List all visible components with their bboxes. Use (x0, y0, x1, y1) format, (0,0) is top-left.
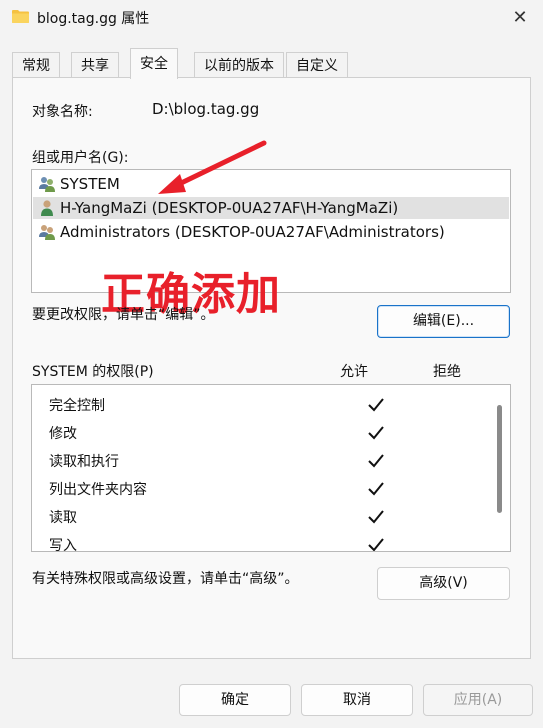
list-item-system[interactable]: SYSTEM (38, 173, 120, 195)
permission-label: 写入 (49, 538, 77, 552)
allow-check-icon (368, 398, 384, 412)
group-users-icon (39, 177, 55, 192)
permission-label: 列出文件夹内容 (49, 482, 147, 498)
permissions-scrollbar[interactable] (497, 405, 502, 513)
permission-label: 修改 (49, 426, 77, 442)
object-name-value: D:\blog.tag.gg (152, 100, 260, 118)
tab-sharing[interactable]: 共享 (71, 52, 119, 79)
close-icon: ✕ (512, 6, 528, 28)
permission-row-read-execute: 读取和执行 (49, 447, 489, 475)
window-title: blog.tag.gg 属性 (37, 11, 150, 27)
permission-row-full-control: 完全控制 (49, 391, 489, 419)
user-icon (41, 200, 53, 216)
deny-column-header: 拒绝 (433, 364, 461, 380)
permission-row-list-folder: 列出文件夹内容 (49, 475, 489, 503)
allow-check-icon (368, 538, 384, 551)
allow-check-icon (368, 454, 384, 468)
tab-general[interactable]: 常规 (12, 52, 60, 79)
list-item-label: H-YangMaZi (DESKTOP-0UA27AF\H-YangMaZi) (60, 199, 399, 217)
apply-button[interactable]: 应用(A) (423, 684, 533, 716)
tab-strip: 常规 共享 安全 以前的版本 自定义 (12, 48, 532, 79)
permissions-header: SYSTEM 的权限(P) (32, 364, 154, 380)
list-item-label: Administrators (DESKTOP-0UA27AF\Administ… (60, 223, 445, 241)
permission-label: 完全控制 (49, 398, 105, 414)
permission-row-read: 读取 (49, 503, 489, 531)
allow-check-icon (368, 482, 384, 496)
groups-label: 组或用户名(G): (32, 150, 129, 166)
permission-label: 读取 (49, 510, 77, 526)
annotation-arrow-icon (158, 140, 267, 194)
cancel-button[interactable]: 取消 (301, 684, 413, 716)
tab-customize[interactable]: 自定义 (286, 52, 348, 79)
permission-row-write: 写入 (49, 531, 489, 552)
ok-button[interactable]: 确定 (179, 684, 291, 716)
allow-check-icon (368, 510, 384, 524)
group-users-icon (39, 225, 55, 240)
change-permissions-hint: 要更改权限，请单击“编辑”。 (32, 307, 215, 323)
list-item-label: SYSTEM (60, 175, 120, 193)
title-bar: blog.tag.gg 属性 ✕ (0, 0, 543, 38)
advanced-button[interactable]: 高级(V) (377, 567, 510, 600)
list-item-administrators[interactable]: Administrators (DESKTOP-0UA27AF\Administ… (38, 221, 445, 243)
object-name-label: 对象名称: (32, 104, 93, 120)
tab-security[interactable]: 安全 (130, 48, 178, 79)
permissions-list[interactable]: 完全控制 修改 读取和执行 列出文件夹内容 读取 写入 (31, 384, 511, 552)
close-button[interactable]: ✕ (507, 4, 533, 30)
folder-icon (12, 10, 29, 23)
permission-row-modify: 修改 (49, 419, 489, 447)
advanced-hint: 有关特殊权限或高级设置，请单击“高级”。 (32, 571, 299, 587)
permission-label: 读取和执行 (49, 454, 119, 470)
tab-previous-versions[interactable]: 以前的版本 (194, 52, 284, 79)
allow-column-header: 允许 (340, 364, 368, 380)
edit-button[interactable]: 编辑(E)... (377, 305, 510, 338)
allow-check-icon (368, 426, 384, 440)
list-item-h-yangmazi[interactable]: H-YangMaZi (DESKTOP-0UA27AF\H-YangMaZi) (33, 197, 509, 219)
